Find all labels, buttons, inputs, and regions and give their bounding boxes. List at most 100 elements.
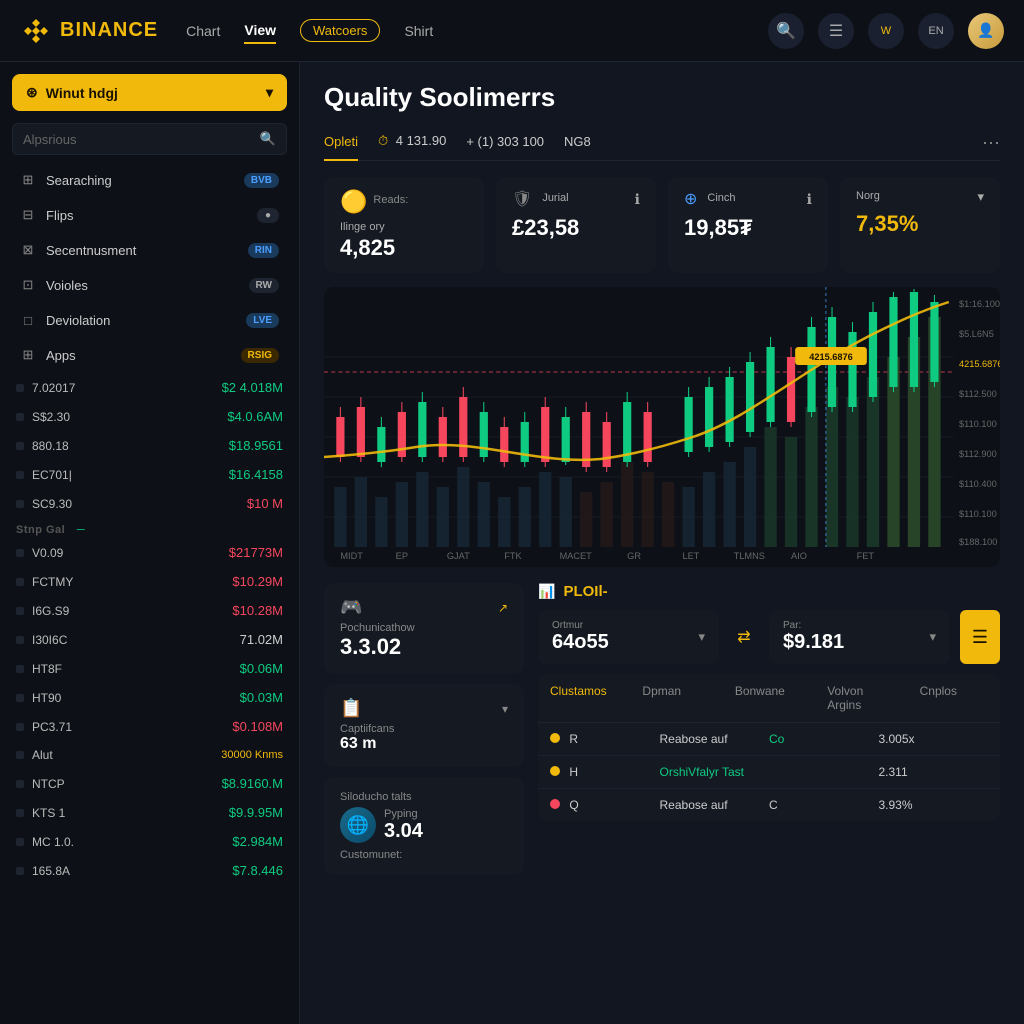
svg-text:EP: EP (396, 551, 408, 561)
tab-count[interactable]: + (1) 303 100 (466, 128, 544, 161)
list-item-e3[interactable]: MC 1.0. $2.984M (0, 827, 299, 856)
list-item-e4[interactable]: 165.8A $7.8.446 (0, 856, 299, 885)
tab-opleti[interactable]: Opleti (324, 128, 358, 161)
list-item-b5[interactable]: HT90 $0.03M (0, 683, 299, 712)
sidebar-item-voioles[interactable]: ⊡ Voioles RW (4, 268, 295, 302)
info-card-1: 🎮 ↗ Pochunicathow 3.3.02 (324, 583, 524, 674)
sidebar-item-secentnusment[interactable]: ⊠ Secentnusment RIN (4, 233, 295, 267)
chevron-icon-2[interactable]: ▾ (502, 702, 508, 716)
menu-button[interactable]: ☰ (818, 13, 854, 49)
table-row-1[interactable]: H OrshiVfalyr Tast 2.311 (538, 756, 1000, 789)
list-item-b6[interactable]: PC3.71 $0.108M (0, 712, 299, 741)
sidebar-item-label-dev: Deviolation (46, 313, 110, 328)
th-4[interactable]: Cnplos (908, 674, 1000, 722)
info-card-2: 📋 ▾ Captiifcans 63 m (324, 684, 524, 767)
secentnusment-icon: ⊠ (20, 242, 36, 258)
bottom-left: 🎮 ↗ Pochunicathow 3.3.02 📋 ▾ Captiifcans… (324, 583, 524, 885)
wallet-button[interactable]: W (868, 13, 904, 49)
svg-text:$110.100: $110.100 (959, 509, 997, 519)
svg-text:$112.900: $112.900 (959, 449, 997, 459)
logo[interactable]: BINANCE (20, 15, 158, 47)
info-card-icon-1: 🎮 (340, 597, 362, 618)
info-icon-2[interactable]: ℹ (807, 191, 812, 208)
th-2[interactable]: Bonwane (723, 674, 815, 722)
nav-items: Chart View Watcoers Shirt (186, 18, 740, 44)
stat-card-2: ⊕ Cinch ℹ 19,85₮ (668, 177, 828, 273)
nav-right: 🔍 ☰ W EN 👤 (768, 13, 1004, 49)
tab-bar: Opleti ⏱ 4 131.90 + (1) 303 100 NG8 ⋯ (324, 127, 1000, 161)
selector-1[interactable]: Ortmur 64o55 ▾ (538, 610, 719, 664)
list-item-e1[interactable]: NTCP $8.9160.M (0, 769, 299, 798)
chevron-stat-icon[interactable]: ▾ (977, 189, 984, 205)
apps-icon: ⊞ (20, 347, 36, 363)
sidebar-item-apps[interactable]: ⊞ Apps RSIG (4, 338, 295, 372)
nav-chart[interactable]: Chart (186, 19, 220, 43)
svg-text:$110.400: $110.400 (959, 479, 997, 489)
table-row-0[interactable]: R Reabose auf Co 3.005x (538, 723, 1000, 756)
badge-apps: RSIG (241, 348, 279, 363)
info-icon-1[interactable]: ℹ (635, 191, 640, 208)
main-content: Quality Soolimerrs Opleti ⏱ 4 131.90 + (… (300, 62, 1024, 1024)
th-0[interactable]: Clustamos (538, 674, 630, 722)
nav-shirt[interactable]: Shirt (404, 19, 433, 43)
tab-price[interactable]: ⏱ 4 131.90 (378, 127, 446, 161)
sidebar-item-deviolation[interactable]: □ Deviolation LVE (4, 303, 295, 337)
swap-icon[interactable]: ⇄ (737, 627, 750, 647)
deviolation-icon: □ (20, 312, 36, 328)
nav-watcoers[interactable]: Watcoers (300, 19, 380, 42)
avatar[interactable]: 👤 (968, 13, 1004, 49)
list-item-3[interactable]: EC701| $16.4158 (0, 460, 299, 489)
sidebar-item-searching[interactable]: ⊞ Searaching BVB (4, 163, 295, 197)
list-item-4[interactable]: SC9.30 $10 M (0, 489, 299, 518)
svg-text:$110.100: $110.100 (959, 419, 997, 429)
badge-sec: RIN (248, 243, 279, 258)
selector-2[interactable]: Par: $9.181 ▾ (769, 610, 950, 664)
stats-row: 🟡 Reads: Ilinge ory 4,825 🛡 Jurial ℹ £23… (324, 177, 1000, 273)
list-item-b3[interactable]: I30I6C 71.02M (0, 625, 299, 654)
stat-icon-0: 🟡 (340, 189, 367, 215)
sidebar-search[interactable]: Alpsrious 🔍 (12, 123, 287, 155)
svg-text:$188.100: $188.100 (959, 537, 997, 547)
sidebar-item-flips[interactable]: ⊟ Flips ● (4, 198, 295, 232)
svg-text:4215.6876: 4215.6876 (809, 352, 853, 362)
svg-text:$112.500: $112.500 (959, 389, 997, 399)
tab-ng8[interactable]: NG8 (564, 128, 591, 161)
list-item-2[interactable]: 880.18 $18.9561 (0, 431, 299, 460)
list-item-b4[interactable]: HT8F $0.06M (0, 654, 299, 683)
list-item-b0[interactable]: V0.09 $21773M (0, 538, 299, 567)
svg-text:GJAT: GJAT (447, 551, 470, 561)
list-item-1[interactable]: S$2.30 $4.0.6AM (0, 402, 299, 431)
logo-text: BINANCE (60, 19, 158, 42)
info-card-icon-2: 📋 (340, 698, 362, 719)
table-row-2[interactable]: Q Reabose auf C 3.93% (538, 789, 1000, 821)
toggle-flips[interactable]: ● (257, 208, 279, 223)
tab-more-button[interactable]: ⋯ (982, 133, 1000, 154)
lang-button[interactable]: EN (918, 13, 954, 49)
nav-view[interactable]: View (244, 18, 276, 44)
svg-text:MACET: MACET (560, 551, 593, 561)
topnav: BINANCE Chart View Watcoers Shirt 🔍 ☰ W … (0, 0, 1024, 62)
search-button[interactable]: 🔍 (768, 13, 804, 49)
stat-icon-1: 🛡 (512, 189, 532, 209)
bottom-right: 📊 PLOIl- Ortmur 64o55 ▾ ⇄ (538, 583, 1000, 885)
list-item-0[interactable]: 7.02017 $2 4.018M (0, 373, 299, 402)
globe-icon: 🌐 (340, 807, 376, 843)
chart-svg: $1:16.100 $5.L6N5 4215.6876 $112.500 $11… (324, 287, 1000, 567)
chevron-down-icon: ▾ (266, 84, 273, 101)
list-item-b2[interactable]: I6G.S9 $10.28M (0, 596, 299, 625)
stat-card-0: 🟡 Reads: Ilinge ory 4,825 (324, 177, 484, 273)
list-item-e0[interactable]: Alut 30000 Knms (0, 741, 299, 769)
th-3[interactable]: Volvon Argins (815, 674, 907, 722)
th-1[interactable]: Dpman (630, 674, 722, 722)
sidebar-item-label-voi: Voioles (46, 278, 88, 293)
list-item-e2[interactable]: KTS 1 $9.9.95M (0, 798, 299, 827)
sidebar-item-label-flips: Flips (46, 208, 73, 223)
arrow-icon-1[interactable]: ↗ (498, 601, 508, 615)
svg-text:AIO: AIO (791, 551, 807, 561)
info-card-3: Siloducho talts 🌐 Pyping 3.04 Customunet… (324, 777, 524, 875)
menu-btn[interactable]: ☰ (960, 610, 1000, 664)
sidebar-item-label: Searaching (46, 173, 112, 188)
list-item-b1[interactable]: FCTMY $10.29M (0, 567, 299, 596)
section-label-right: PLOIl- (563, 583, 607, 600)
sidebar-dropdown[interactable]: ⊛ Winut hdgj ▾ (12, 74, 287, 111)
